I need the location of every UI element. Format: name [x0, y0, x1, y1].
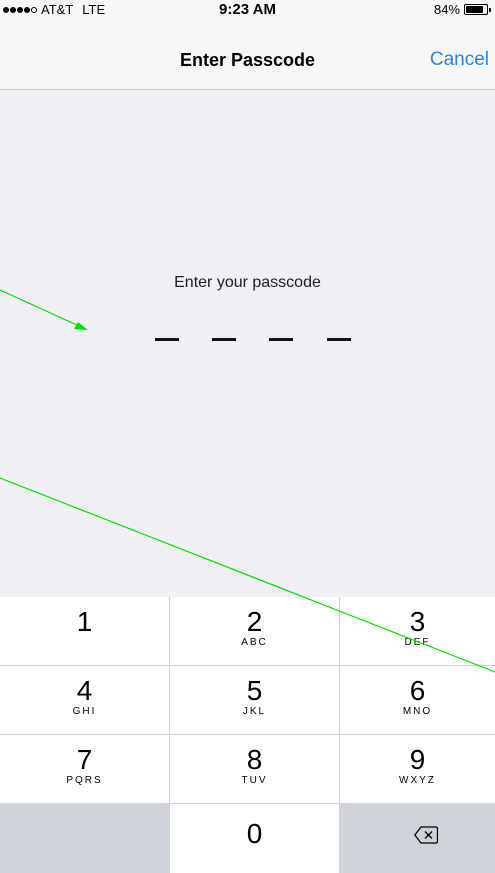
- key-4[interactable]: 4 GHI: [0, 666, 169, 734]
- status-right: 84%: [433, 2, 491, 17]
- key-5[interactable]: 5 JKL: [170, 666, 339, 734]
- status-bar: AT&T LTE 9:23 AM 84%: [0, 0, 495, 20]
- key-digit: 7: [76, 744, 93, 775]
- key-7[interactable]: 7 PQRS: [0, 735, 169, 803]
- status-time: 9:23 AM: [219, 1, 276, 18]
- battery-fill: [466, 6, 483, 13]
- key-8[interactable]: 8 TUV: [170, 735, 339, 803]
- key-letters: GHI: [72, 706, 97, 717]
- key-letters: ABC: [241, 637, 268, 648]
- key-letters: WXYZ: [399, 775, 436, 786]
- page-title: Enter Passcode: [179, 50, 316, 70]
- backspace-icon: [414, 826, 438, 844]
- key-digit: 8: [246, 744, 263, 775]
- passcode-screen: AT&T LTE 9:23 AM 84% Enter Passcode Canc…: [0, 0, 495, 873]
- key-digit: 6: [409, 675, 426, 706]
- passcode-dash: [327, 338, 351, 341]
- keypad-blank-key: [0, 804, 169, 873]
- key-digit: 1: [76, 606, 93, 637]
- key-letters: DEF: [404, 637, 431, 648]
- passcode-dash: [155, 338, 179, 341]
- delete-button[interactable]: [340, 804, 495, 873]
- passcode-dash: [212, 338, 236, 341]
- key-digit: 3: [409, 606, 426, 637]
- passcode-field: [155, 338, 355, 344]
- key-2[interactable]: 2 ABC: [170, 597, 339, 665]
- key-letters: JKL: [242, 706, 267, 717]
- key-letters: TUV: [241, 775, 268, 786]
- key-digit: 5: [246, 675, 263, 706]
- key-1[interactable]: 1: [0, 597, 169, 665]
- passcode-prompt: Enter your passcode: [174, 274, 321, 291]
- numeric-keypad: 1 2 ABC 3 DEF 4 GHI 5 JKL 6 MNO 7 PQRS 8 TUV 9 WXYZ 0: [0, 597, 495, 873]
- key-9[interactable]: 9 WXYZ: [340, 735, 495, 803]
- key-digit: 0: [246, 818, 263, 849]
- key-digit: 2: [246, 606, 263, 637]
- cancel-button[interactable]: Cancel: [430, 49, 489, 71]
- passcode-dash: [269, 338, 293, 341]
- key-letters: PQRS: [66, 775, 103, 786]
- key-6[interactable]: 6 MNO: [340, 666, 495, 734]
- battery-icon: [464, 4, 491, 15]
- key-3[interactable]: 3 DEF: [340, 597, 495, 665]
- key-digit: 9: [409, 744, 426, 775]
- key-letters: MNO: [402, 706, 433, 717]
- navigation-bar: Enter Passcode Cancel: [0, 20, 495, 90]
- battery-cap: [489, 8, 491, 12]
- key-digit: 4: [76, 675, 93, 706]
- key-0[interactable]: 0: [170, 804, 339, 873]
- battery-percent: 84%: [433, 2, 460, 17]
- passcode-content: Enter your passcode: [0, 91, 495, 597]
